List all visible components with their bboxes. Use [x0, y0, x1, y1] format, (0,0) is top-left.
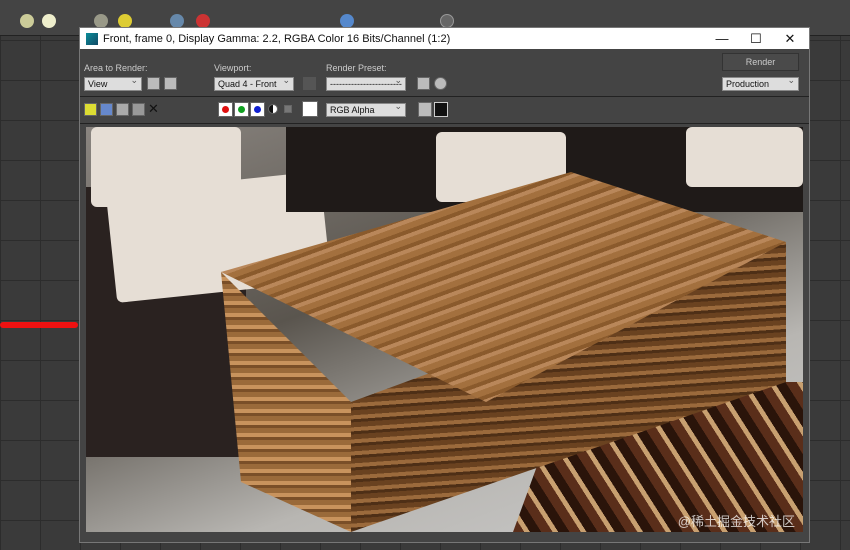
- sphere-icon[interactable]: [20, 14, 34, 28]
- toggle-ui-icon[interactable]: [434, 102, 448, 117]
- monochrome-icon[interactable]: [284, 105, 292, 113]
- rendered-image: @稀土掘金技术社区: [86, 127, 803, 532]
- green-dot-icon: [238, 106, 245, 113]
- save-image-icon[interactable]: [84, 103, 97, 116]
- blue-dot-icon: [254, 106, 261, 113]
- print-icon[interactable]: [132, 103, 145, 116]
- render-setup-icon[interactable]: [417, 77, 430, 90]
- green-channel-toggle[interactable]: [234, 102, 249, 117]
- cushion: [686, 127, 803, 187]
- render-frame-window: Front, frame 0, Display Gamma: 2.2, RGBA…: [79, 27, 810, 543]
- render-mode-select[interactable]: Production: [722, 75, 799, 91]
- area-to-render-label: Area to Render:: [84, 63, 148, 73]
- red-dot-icon: [222, 106, 229, 113]
- window-title: Front, frame 0, Display Gamma: 2.2, RGBA…: [103, 32, 451, 45]
- app-logo-icon: [86, 32, 98, 45]
- alpha-channel-icon[interactable]: [268, 104, 278, 114]
- edit-region-icon[interactable]: [147, 77, 160, 90]
- spline-object: [0, 322, 78, 328]
- maximize-button[interactable]: ☐: [739, 28, 773, 49]
- auto-region-icon[interactable]: [164, 77, 177, 90]
- title-bar: Front, frame 0, Display Gamma: 2.2, RGBA…: [80, 28, 809, 49]
- render-preset-label: Render Preset:: [326, 63, 387, 73]
- watermark: @稀土掘金技术社区: [677, 514, 795, 529]
- clear-icon[interactable]: ✕: [148, 102, 161, 116]
- teapot-icon[interactable]: [94, 14, 108, 28]
- lock-icon[interactable]: [303, 77, 316, 90]
- viewport-label: Viewport:: [214, 63, 252, 73]
- area-to-render-select[interactable]: View: [84, 75, 142, 91]
- color-swatch[interactable]: [302, 101, 318, 117]
- render-button[interactable]: Render: [722, 53, 799, 71]
- hemisphere-icon[interactable]: [42, 14, 56, 28]
- clone-window-icon[interactable]: [116, 103, 129, 116]
- red-channel-toggle[interactable]: [218, 102, 233, 117]
- channel-display-select[interactable]: RGB Alpha: [326, 101, 406, 117]
- render-preset-select[interactable]: ------------------------: [326, 75, 406, 91]
- environment-icon[interactable]: [434, 77, 447, 90]
- particles-icon[interactable]: [170, 14, 184, 28]
- minimize-button[interactable]: —: [705, 28, 739, 49]
- material-icon[interactable]: [340, 14, 354, 28]
- sun-icon[interactable]: [118, 14, 132, 28]
- close-button[interactable]: ✕: [773, 28, 807, 49]
- copy-image-icon[interactable]: [100, 103, 113, 116]
- help-icon[interactable]: [440, 14, 454, 28]
- viewport-select[interactable]: Quad 4 - Front: [214, 75, 294, 91]
- toggle-ui-overlay-icon[interactable]: [418, 102, 432, 117]
- light-icon[interactable]: [196, 14, 210, 28]
- blue-channel-toggle[interactable]: [250, 102, 265, 117]
